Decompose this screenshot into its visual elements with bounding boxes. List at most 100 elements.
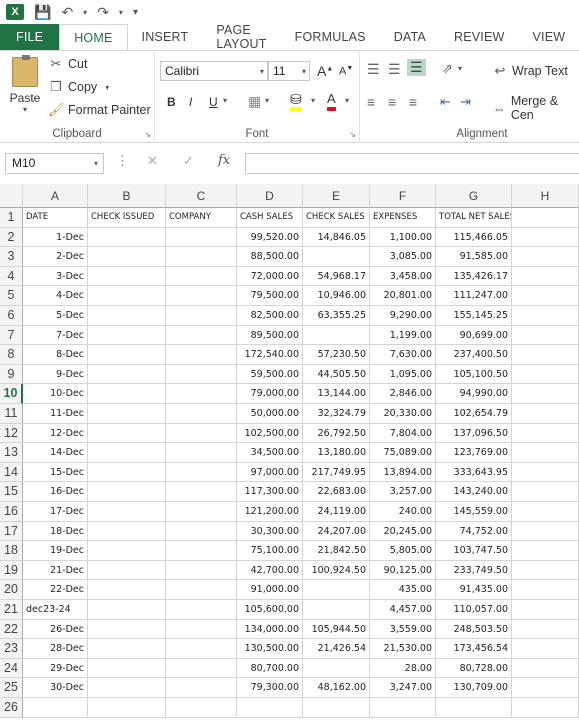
cell-b5[interactable] (88, 286, 166, 306)
cell-f23[interactable]: 21,530.00 (370, 639, 436, 659)
row-header[interactable]: 16 (0, 502, 23, 522)
cell-h7[interactable] (512, 325, 579, 346)
name-box[interactable]: M10 ▾ (5, 153, 104, 174)
clipboard-launcher-icon[interactable]: ↘ (144, 130, 151, 139)
redo-dropdown-icon[interactable]: ▾ (119, 8, 123, 17)
column-header-c[interactable]: C (166, 184, 237, 208)
cell-a17[interactable]: 18-Dec (23, 521, 88, 542)
cell-f20[interactable]: 435.00 (370, 580, 436, 600)
cell-c5[interactable] (166, 286, 237, 306)
cell-a6[interactable]: 5-Dec (23, 306, 88, 326)
cell-f9[interactable]: 1,095.00 (370, 364, 436, 385)
cell-b24[interactable] (88, 658, 166, 679)
row-header[interactable]: 25 (0, 678, 23, 698)
cell-f3[interactable]: 3,085.00 (370, 247, 436, 267)
cell-d2[interactable]: 99,520.00 (237, 227, 303, 248)
cell-a14[interactable]: 15-Dec (23, 462, 88, 483)
cell-g7[interactable]: 90,699.00 (436, 325, 512, 346)
row-header[interactable]: 9 (0, 364, 23, 385)
cell-h6[interactable] (512, 306, 579, 326)
tab-review[interactable]: REVIEW (440, 24, 519, 50)
row-header[interactable]: 1 (0, 208, 23, 228)
cell-b8[interactable] (88, 345, 166, 365)
tab-insert[interactable]: INSERT (128, 24, 203, 50)
cell-c6[interactable] (166, 306, 237, 326)
cell-h8[interactable] (512, 345, 579, 365)
customize-qat-icon[interactable]: ▾ (133, 7, 138, 18)
cell-b6[interactable] (88, 306, 166, 326)
cell-b10[interactable] (88, 384, 166, 404)
row-header[interactable]: 26 (0, 698, 23, 718)
cell-f15[interactable]: 3,257.00 (370, 482, 436, 502)
column-header-h[interactable]: H (512, 184, 579, 208)
cell-e9[interactable]: 44,505.50 (303, 364, 370, 385)
orientation-dropdown-icon[interactable]: ▾ (458, 64, 462, 73)
row-header[interactable]: 17 (0, 521, 23, 542)
row-header[interactable]: 11 (0, 404, 23, 424)
cell-g10[interactable]: 94,990.00 (436, 384, 512, 404)
column-header-e[interactable]: E (303, 184, 370, 208)
undo-icon[interactable]: ↶ (61, 4, 73, 21)
tab-data[interactable]: DATA (380, 24, 440, 50)
font-color-dropdown-icon[interactable]: ▾ (345, 96, 349, 105)
cell-c15[interactable] (166, 482, 237, 502)
row-header[interactable]: 10 (0, 384, 23, 404)
cell-h24[interactable] (512, 658, 579, 679)
cell-c18[interactable] (166, 541, 237, 561)
cell-g16[interactable]: 145,559.00 (436, 502, 512, 522)
cell-d10[interactable]: 79,000.00 (237, 384, 303, 404)
cell-b7[interactable] (88, 325, 166, 346)
decrease-indent-icon[interactable]: ⇤ (440, 94, 451, 110)
cell-g18[interactable]: 103,747.50 (436, 541, 512, 561)
paste-button[interactable]: Paste ▾ (8, 55, 42, 114)
cell-h23[interactable] (512, 639, 579, 659)
cell-a12[interactable]: 12-Dec (23, 423, 88, 444)
cell-f13[interactable]: 75,089.00 (370, 443, 436, 463)
align-bottom-icon[interactable]: ☰ (407, 59, 426, 76)
row-header[interactable]: 12 (0, 423, 23, 444)
cell-h17[interactable] (512, 521, 579, 542)
cell-c7[interactable] (166, 325, 237, 346)
cell-b23[interactable] (88, 639, 166, 659)
cell-c20[interactable] (166, 580, 237, 600)
cell-a5[interactable]: 4-Dec (23, 286, 88, 306)
cell-d11[interactable]: 50,000.00 (237, 404, 303, 424)
cell-e14[interactable]: 217,749.95 (303, 462, 370, 483)
cell-f8[interactable]: 7,630.00 (370, 345, 436, 365)
bold-button[interactable]: B (167, 95, 176, 109)
cell-a16[interactable]: 17-Dec (23, 502, 88, 522)
cell-a1[interactable]: DATE (23, 208, 88, 228)
cell-d23[interactable]: 130,500.00 (237, 639, 303, 659)
cell-g6[interactable]: 155,145.25 (436, 306, 512, 326)
cell-e3[interactable] (303, 247, 370, 267)
cell-f21[interactable]: 4,457.00 (370, 600, 436, 620)
enter-icon[interactable]: ✓ (183, 153, 194, 169)
column-header-d[interactable]: D (237, 184, 303, 208)
decrease-font-icon[interactable]: A▼ (339, 65, 353, 78)
cell-b21[interactable] (88, 600, 166, 620)
cell-g19[interactable]: 233,749.50 (436, 560, 512, 581)
fill-color-dropdown-icon[interactable]: ▾ (311, 96, 315, 105)
row-header[interactable]: 14 (0, 462, 23, 483)
cell-f5[interactable]: 20,801.00 (370, 286, 436, 306)
tab-page-layout[interactable]: PAGE LAYOUT (202, 23, 280, 51)
cell-h2[interactable] (512, 227, 579, 248)
cell-g14[interactable]: 333,643.95 (436, 462, 512, 483)
cell-c17[interactable] (166, 521, 237, 542)
cell-c25[interactable] (166, 678, 237, 698)
cell-d16[interactable]: 121,200.00 (237, 502, 303, 522)
cell-g9[interactable]: 105,100.50 (436, 364, 512, 385)
cell-a23[interactable]: 28-Dec (23, 639, 88, 659)
borders-icon[interactable]: ▦ (248, 93, 261, 110)
row-header[interactable]: 3 (0, 247, 23, 267)
font-color-icon[interactable]: A (327, 91, 336, 111)
cell-c4[interactable] (166, 266, 237, 287)
cell-a24[interactable]: 29-Dec (23, 658, 88, 679)
cell-h1[interactable] (512, 208, 579, 228)
cell-d18[interactable]: 75,100.00 (237, 541, 303, 561)
underline-button[interactable]: U (209, 95, 218, 109)
undo-dropdown-icon[interactable]: ▾ (83, 8, 87, 17)
cell-d19[interactable]: 42,700.00 (237, 560, 303, 581)
column-header-g[interactable]: G (436, 184, 512, 208)
cell-e19[interactable]: 100,924.50 (303, 560, 370, 581)
